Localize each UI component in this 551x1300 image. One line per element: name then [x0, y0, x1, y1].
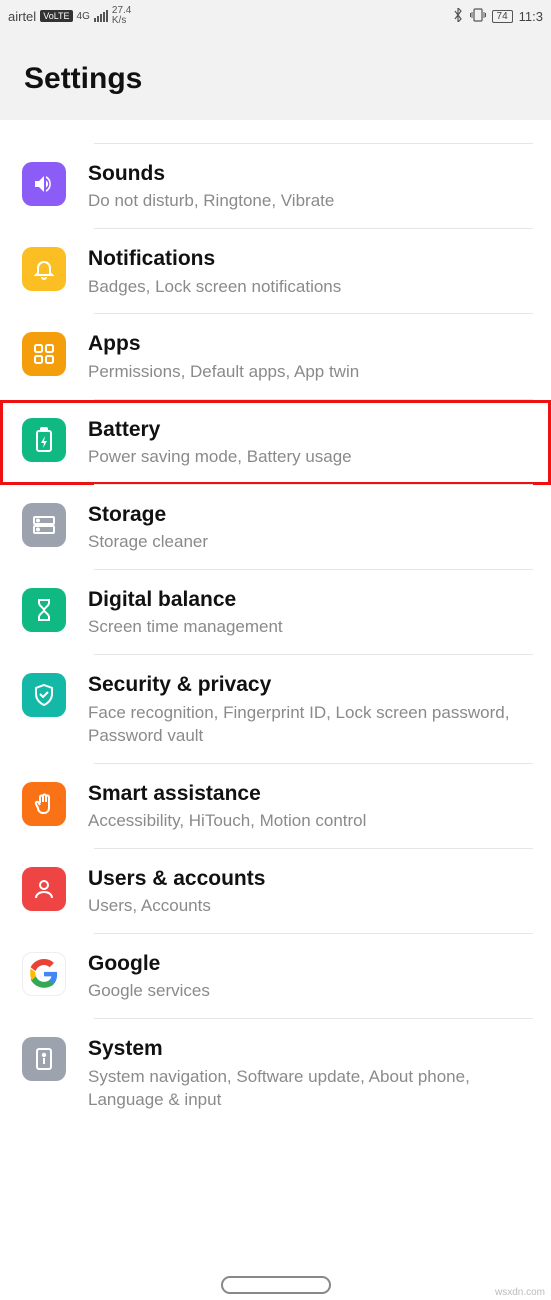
google-icon [22, 952, 66, 996]
shield-icon [22, 673, 66, 717]
bell-icon [22, 247, 66, 291]
battery-charging-icon [22, 418, 66, 462]
volte-badge: VoLTE [40, 10, 72, 22]
nav-bar [0, 1276, 551, 1294]
item-title: Battery [88, 416, 533, 443]
settings-item-system[interactable]: System System navigation, Software updat… [0, 1019, 551, 1127]
item-subtitle: Badges, Lock screen notifications [88, 276, 533, 299]
item-subtitle: Accessibility, HiTouch, Motion control [88, 810, 533, 833]
apps-icon [22, 332, 66, 376]
item-subtitle: Permissions, Default apps, App twin [88, 361, 533, 384]
settings-item-apps[interactable]: Apps Permissions, Default apps, App twin [0, 314, 551, 399]
carrier-label: airtel [8, 9, 36, 24]
item-title: Google [88, 950, 533, 977]
battery-icon: 74 [492, 10, 513, 23]
watermark: wsxdn.com [495, 1287, 545, 1298]
bluetooth-icon [452, 8, 464, 25]
user-icon [22, 867, 66, 911]
settings-item-digital-balance[interactable]: Digital balance Screen time management [0, 570, 551, 655]
network-label: 4G [77, 11, 90, 22]
info-icon [22, 1037, 66, 1081]
item-title: System [88, 1035, 533, 1062]
item-subtitle: Power saving mode, Battery usage [88, 446, 533, 469]
clock-label: 11:3 [519, 9, 543, 24]
item-subtitle: Google services [88, 980, 533, 1003]
item-subtitle: Screen time management [88, 616, 533, 639]
item-subtitle: Storage cleaner [88, 531, 533, 554]
settings-item-google[interactable]: Google Google services [0, 934, 551, 1019]
item-title: Apps [88, 330, 533, 357]
header: Settings [0, 32, 551, 120]
item-subtitle: Face recognition, Fingerprint ID, Lock s… [88, 702, 533, 748]
settings-item-smart-assistance[interactable]: Smart assistance Accessibility, HiTouch,… [0, 764, 551, 849]
status-bar: airtel VoLTE 4G 27.4K/s 74 11:3 [0, 0, 551, 32]
settings-item-security[interactable]: Security & privacy Face recognition, Fin… [0, 655, 551, 763]
item-title: Users & accounts [88, 865, 533, 892]
settings-item-users-accounts[interactable]: Users & accounts Users, Accounts [0, 849, 551, 934]
page-title: Settings [24, 62, 527, 96]
item-title: Digital balance [88, 586, 533, 613]
settings-item-sounds[interactable]: Sounds Do not disturb, Ringtone, Vibrate [0, 144, 551, 229]
item-subtitle: Users, Accounts [88, 895, 533, 918]
nav-pill[interactable] [221, 1276, 331, 1294]
item-title: Storage [88, 501, 533, 528]
hourglass-icon [22, 588, 66, 632]
hand-icon [22, 782, 66, 826]
sound-icon [22, 162, 66, 206]
settings-list: Sounds Do not disturb, Ringtone, Vibrate… [0, 120, 551, 1167]
vibrate-icon [470, 8, 486, 25]
item-title: Notifications [88, 245, 533, 272]
settings-item-storage[interactable]: Storage Storage cleaner [0, 485, 551, 570]
speed-label: 27.4K/s [112, 6, 131, 26]
settings-item-notifications[interactable]: Notifications Badges, Lock screen notifi… [0, 229, 551, 314]
item-title: Smart assistance [88, 780, 533, 807]
storage-icon [22, 503, 66, 547]
signal-icon [94, 10, 108, 22]
item-subtitle: Do not disturb, Ringtone, Vibrate [88, 190, 533, 213]
item-title: Security & privacy [88, 671, 533, 698]
item-title: Sounds [88, 160, 533, 187]
partial-row-top [0, 120, 551, 144]
settings-item-battery[interactable]: Battery Power saving mode, Battery usage [0, 400, 551, 485]
item-subtitle: System navigation, Software update, Abou… [88, 1066, 533, 1112]
